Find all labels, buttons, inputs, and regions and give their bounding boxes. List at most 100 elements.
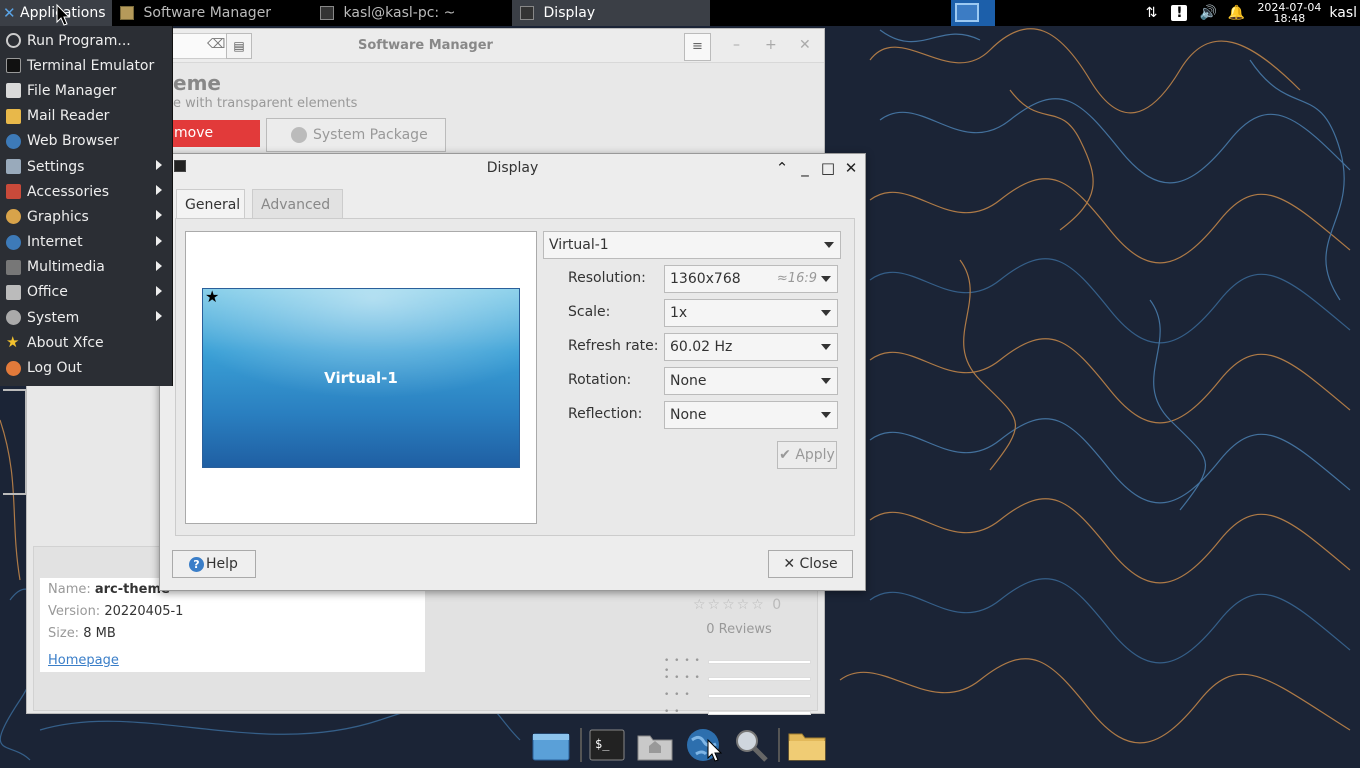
output-select[interactable]: Virtual-1 — [543, 231, 841, 259]
menu-item-label: About Xfce — [27, 334, 104, 351]
help-icon: ? — [189, 556, 204, 572]
clock[interactable]: 2024-07-04 18:48 — [1257, 2, 1321, 24]
menu-item-file-manager[interactable]: File Manager — [0, 78, 172, 103]
submenu-arrow-icon — [156, 159, 162, 170]
menu-item-label: Log Out — [27, 360, 82, 377]
monitor-label: Virtual-1 — [324, 369, 398, 387]
reflection-label: Reflection: — [568, 406, 643, 422]
menu-item-graphics[interactable]: Graphics — [0, 204, 172, 229]
menu-item-label: System — [27, 309, 80, 326]
bottom-dock: $_ — [528, 722, 834, 768]
monitor-virtual-1[interactable]: ★ Virtual-1 — [202, 288, 520, 468]
folder-icon[interactable] — [786, 726, 828, 764]
package-title: eme — [173, 71, 221, 95]
network-icon[interactable]: ⇅ — [1143, 5, 1159, 21]
menu-item-web-browser[interactable]: Web Browser — [0, 129, 172, 154]
menu-item-office[interactable]: Office — [0, 280, 172, 305]
menu-item-label: Internet — [27, 234, 83, 251]
menu-item-mail-reader[interactable]: Mail Reader — [0, 104, 172, 129]
name-row: Name: arc-theme — [48, 582, 170, 597]
package-icon — [291, 127, 307, 143]
maximize-icon[interactable]: □ — [820, 159, 836, 177]
apply-button[interactable]: ✔ Apply — [777, 441, 837, 469]
software-manager-icon — [119, 6, 134, 20]
package-summary: e with transparent elements — [173, 96, 358, 111]
rotation-select[interactable]: None — [664, 367, 838, 395]
system-package-button[interactable]: System Package — [266, 118, 446, 152]
output-select-value: Virtual-1 — [549, 237, 609, 253]
accessories-icon — [6, 184, 21, 200]
homepage-link[interactable]: Homepage — [48, 653, 119, 668]
submenu-arrow-icon — [156, 235, 162, 246]
search-icon[interactable] — [730, 726, 772, 764]
close-icon[interactable]: ✕ — [799, 37, 811, 53]
menu-item-label: Accessories — [27, 183, 110, 200]
applications-menu-button[interactable]: ✕ Applications — [0, 0, 112, 26]
notification-bell-icon[interactable]: 🔔 — [1227, 5, 1244, 21]
terminal-icon[interactable]: $_ — [586, 726, 628, 764]
scale-value: 1x — [670, 305, 688, 321]
home-folder-icon[interactable] — [634, 726, 676, 764]
menu-item-system[interactable]: System — [0, 305, 172, 330]
menu-item-label: Graphics — [27, 208, 89, 225]
internet-icon — [6, 234, 21, 250]
rating-bar-4 — [708, 677, 811, 681]
minimize-icon[interactable]: _ — [797, 159, 813, 177]
refresh-rate-select[interactable]: 60.02 Hz — [664, 333, 838, 361]
updates-icon[interactable]: ! — [1171, 5, 1188, 21]
menu-item-about-xfce[interactable]: ★ About Xfce — [0, 330, 172, 355]
remove-button[interactable]: move — [173, 120, 260, 147]
menu-item-terminal[interactable]: Terminal Emulator — [0, 53, 172, 78]
help-label: Help — [206, 556, 238, 572]
task-terminal[interactable]: kasl@kasl-pc: ~ — [312, 0, 510, 26]
show-desktop-icon[interactable] — [530, 726, 572, 764]
chevron-down-icon — [821, 310, 831, 316]
applications-menu: Run Program... Terminal Emulator File Ma… — [0, 26, 173, 386]
close-icon[interactable]: ✕ — [843, 159, 859, 177]
rating-bar-2 — [708, 711, 811, 715]
dialog-title: Display — [486, 160, 539, 176]
rotation-value: None — [670, 373, 707, 389]
tab-general[interactable]: General — [176, 189, 245, 219]
volume-icon[interactable]: 🔊 — [1199, 5, 1216, 21]
submenu-arrow-icon — [156, 185, 162, 196]
workspace-switcher[interactable] — [951, 0, 995, 26]
window-frame-edge — [3, 389, 27, 495]
mail-icon — [6, 108, 21, 124]
task-display[interactable]: Display — [511, 0, 710, 26]
help-button[interactable]: ? Help — [172, 550, 256, 578]
scale-select[interactable]: 1x — [664, 299, 838, 327]
terminal-icon — [6, 58, 21, 74]
menu-item-label: Web Browser — [27, 133, 119, 150]
menu-item-log-out[interactable]: Log Out — [0, 355, 172, 380]
size-label: Size: — [48, 626, 80, 641]
rating-row-4-label: • • • • — [664, 673, 701, 683]
hamburger-menu-button[interactable]: ≡ — [684, 33, 711, 61]
user-menu[interactable]: kasl — [1329, 5, 1357, 21]
task-software-manager[interactable]: Software Manager — [112, 0, 310, 26]
menu-item-accessories[interactable]: Accessories — [0, 179, 172, 204]
resolution-select[interactable]: 1360x768 ≈16:9 — [664, 265, 838, 293]
tab-advanced[interactable]: Advanced — [252, 189, 343, 219]
close-button[interactable]: ✕ Close — [768, 550, 853, 578]
display-titlebar[interactable]: Display ⌃ _ □ ✕ — [160, 154, 865, 182]
menu-item-multimedia[interactable]: Multimedia — [0, 255, 172, 280]
rating-bar-5 — [708, 660, 811, 664]
reflection-select[interactable]: None — [664, 401, 838, 429]
run-icon — [6, 33, 21, 49]
menu-item-label: Multimedia — [27, 259, 105, 276]
shade-icon[interactable]: ⌃ — [774, 159, 790, 177]
settings-icon — [6, 159, 21, 175]
maximize-icon[interactable]: + — [765, 37, 777, 53]
minimize-icon[interactable]: – — [733, 37, 740, 53]
folder-icon — [6, 83, 21, 99]
menu-item-settings[interactable]: Settings — [0, 154, 172, 179]
menu-item-label: File Manager — [27, 82, 117, 99]
menu-item-internet[interactable]: Internet — [0, 230, 172, 255]
workspace-1[interactable] — [955, 3, 979, 22]
display-icon — [519, 6, 534, 20]
menu-item-run-program[interactable]: Run Program... — [0, 28, 172, 53]
task-label: Display — [543, 5, 596, 21]
mouse-cursor-icon — [707, 738, 723, 762]
task-label: Software Manager — [143, 5, 272, 21]
